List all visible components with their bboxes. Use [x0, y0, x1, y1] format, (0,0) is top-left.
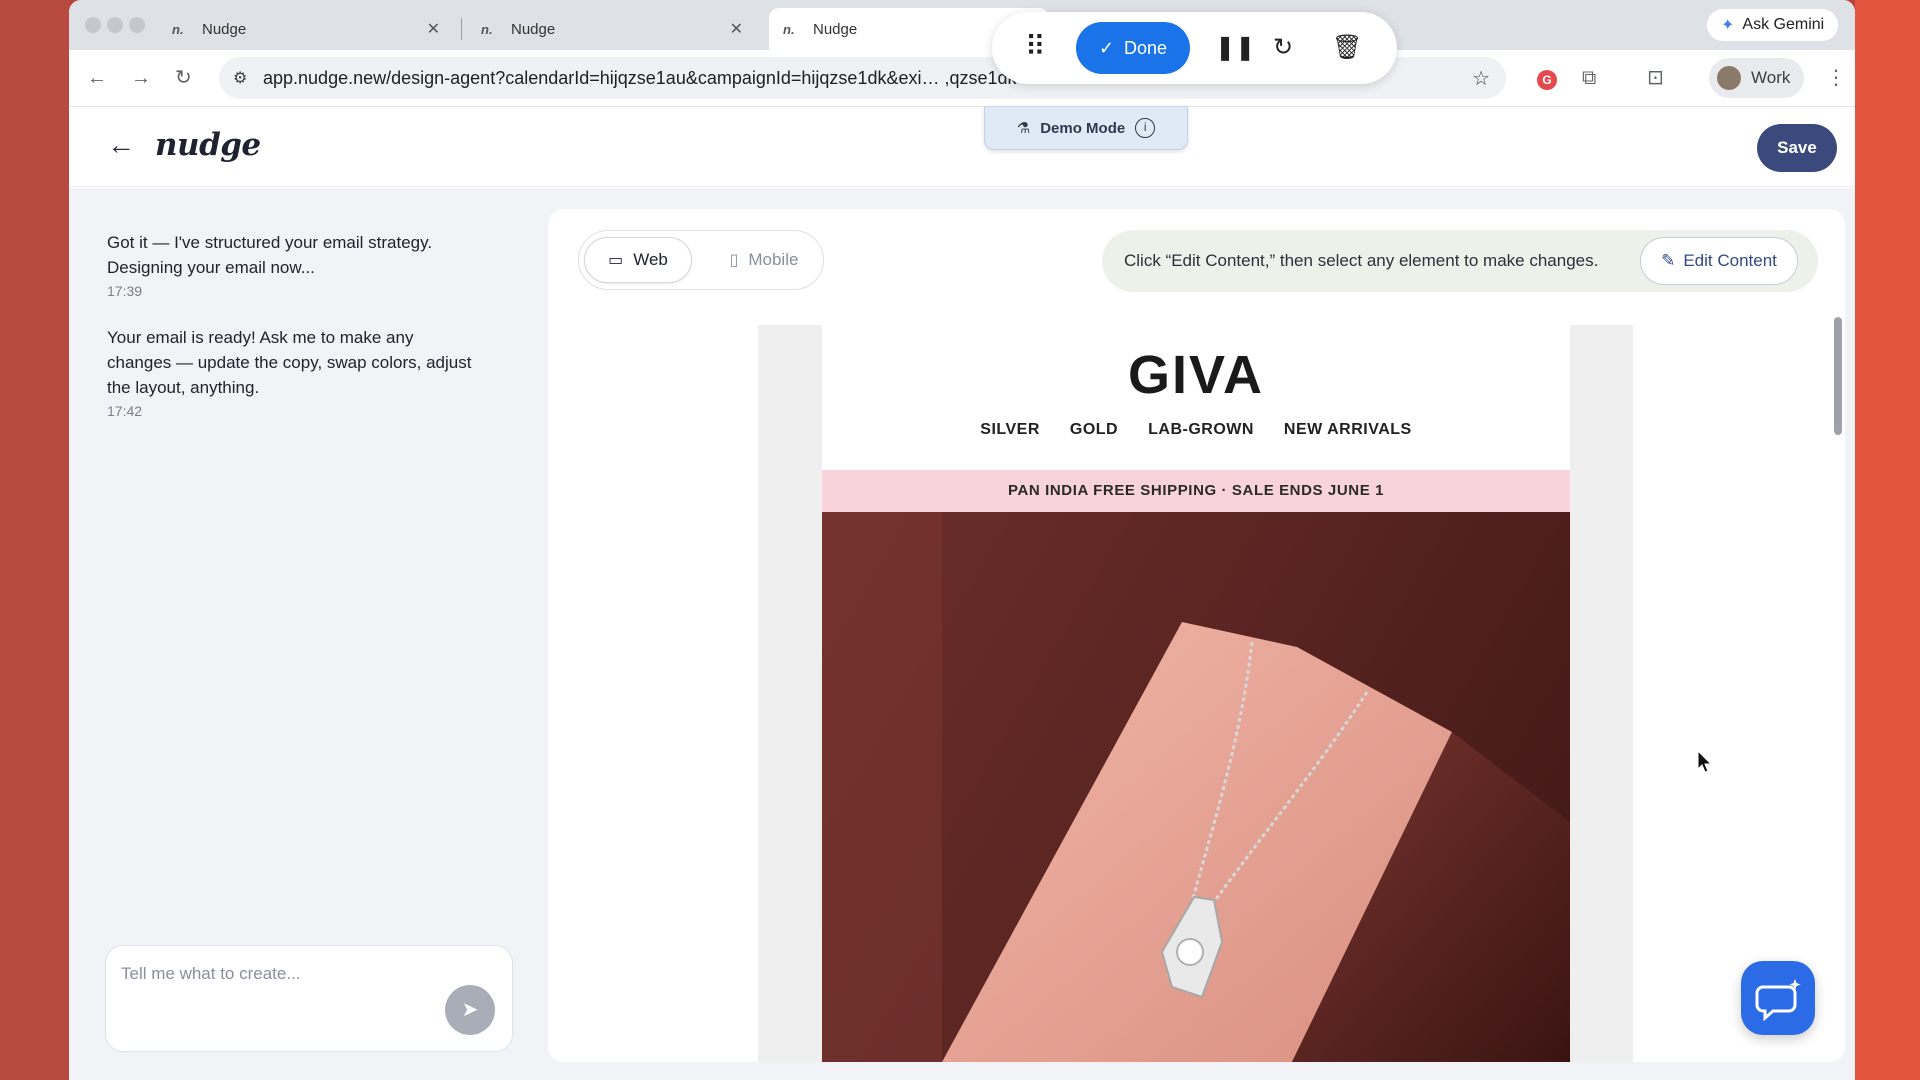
check-icon: ✓ — [1098, 37, 1115, 58]
pause-icon[interactable]: ❚❚ — [1215, 33, 1255, 63]
avatar — [1717, 66, 1741, 90]
email-nav-item[interactable]: SILVER — [980, 421, 1040, 439]
chat-composer[interactable]: Tell me what to create... ➤ — [105, 945, 513, 1052]
trash-icon[interactable]: 🗑 — [1332, 33, 1362, 63]
web-label: Web — [633, 250, 668, 269]
necklace-product-image — [822, 512, 1570, 1062]
extension-icon[interactable]: G — [1537, 70, 1557, 90]
bookmark-star-icon[interactable]: ☆ — [1472, 66, 1490, 91]
view-toggle: ▭ Web ▯ Mobile — [578, 230, 824, 290]
nudge-favicon-icon: n. — [172, 21, 184, 37]
nudge-favicon-icon: n. — [783, 21, 795, 37]
demo-mode-badge[interactable]: ⚗ Demo Mode i — [984, 106, 1188, 150]
chat-timestamp: 17:39 — [107, 283, 143, 299]
mobile-view-button[interactable]: ▯ Mobile — [709, 237, 819, 283]
done-label: Done — [1124, 37, 1168, 58]
site-settings-icon[interactable]: ⚙ — [233, 68, 263, 88]
email-nav-item[interactable]: LAB-GROWN — [1148, 421, 1254, 439]
edit-hint-bar: Click “Edit Content,” then select any el… — [1102, 230, 1818, 292]
profile-label: Work — [1751, 68, 1791, 87]
mouse-cursor-icon — [1697, 750, 1713, 773]
close-icon[interactable]: ✕ — [730, 19, 743, 39]
app-header: ← nudge Save — [69, 107, 1855, 187]
reload-icon[interactable]: ↻ — [175, 66, 192, 90]
web-view-button[interactable]: ▭ Web — [584, 237, 692, 283]
desktop-background-right — [1855, 0, 1920, 1080]
nudge-favicon-icon: n. — [481, 21, 493, 37]
gemini-sparkle-icon: ✦ — [1721, 17, 1735, 34]
demo-mode-label: Demo Mode — [1040, 119, 1126, 137]
desktop-background-left — [0, 0, 69, 1080]
tab-title: Nudge — [511, 20, 556, 38]
monitor-icon: ▭ — [608, 252, 624, 269]
profile-chip[interactable]: Work — [1709, 58, 1805, 98]
browser-toolbar: ← → ↻ ⚙ app.nudge.new/design-agent?calen… — [69, 50, 1855, 107]
email-nav-item[interactable]: NEW ARRIVALS — [1284, 421, 1412, 439]
flask-icon: ⚗ — [1016, 120, 1031, 137]
main-area: Got it — I've structured your email stra… — [69, 188, 1855, 1080]
preview-scrollbar[interactable] — [1834, 317, 1842, 435]
back-nav-icon[interactable]: ← — [87, 66, 107, 90]
tab-strip: n. Nudge ✕ n. Nudge ✕ n. Nudge ✦ Ask Gem… — [69, 0, 1855, 50]
done-button[interactable]: ✓ Done — [1076, 22, 1190, 74]
window-close-control[interactable] — [85, 17, 101, 33]
close-icon[interactable]: ✕ — [427, 19, 440, 39]
shipping-banner[interactable]: PAN INDIA FREE SHIPPING · SALE ENDS JUNE… — [822, 470, 1570, 512]
edit-content-button[interactable]: ✎ Edit Content — [1640, 237, 1798, 285]
email-canvas: ▭ Web ▯ Mobile Click “Edit Content,” the… — [548, 209, 1845, 1062]
recording-controls: ⠿ ✓ Done ❚❚ ↻ 🗑 — [992, 12, 1397, 84]
chat-message: Your email is ready! Ask me to make any … — [107, 328, 472, 397]
save-button[interactable]: Save — [1757, 124, 1837, 172]
tab-search-icon[interactable]: ⊡ — [1647, 66, 1664, 90]
chat-message: Got it — I've structured your email stra… — [107, 233, 433, 277]
email-nav-item[interactable]: GOLD — [1070, 421, 1118, 439]
browser-window: n. Nudge ✕ n. Nudge ✕ n. Nudge ✦ Ask Gem… — [69, 0, 1855, 1080]
help-chat-icon — [1755, 979, 1801, 1022]
drag-handle-icon[interactable]: ⠿ — [1025, 32, 1046, 62]
composer-placeholder[interactable]: Tell me what to create... — [121, 964, 301, 984]
tab-divider — [461, 18, 462, 40]
browser-tab-1[interactable]: n. Nudge ✕ — [158, 8, 454, 50]
chat-panel: Got it — I've structured your email stra… — [107, 230, 477, 419]
edit-content-label: Edit Content — [1683, 251, 1777, 270]
ask-gemini-label: Ask Gemini — [1742, 16, 1825, 33]
restart-icon[interactable]: ↻ — [1273, 33, 1293, 63]
forward-nav-icon[interactable]: → — [131, 66, 151, 90]
arrow-left-icon[interactable]: ← — [107, 129, 135, 161]
send-icon[interactable]: ➤ — [445, 985, 495, 1035]
phone-icon: ▯ — [729, 252, 739, 269]
edit-hint-text: Click “Edit Content,” then select any el… — [1124, 251, 1599, 270]
browser-tab-2[interactable]: n. Nudge ✕ — [467, 8, 757, 50]
kebab-menu-icon[interactable]: ⋮ — [1826, 66, 1846, 90]
info-icon[interactable]: i — [1135, 118, 1156, 138]
email-preview[interactable]: GIVA SILVER GOLD LAB-GROWN NEW ARRIVALS … — [548, 313, 1845, 1062]
chat-timestamp: 17:42 — [107, 403, 143, 419]
chat-bubble-icon[interactable] — [1741, 961, 1815, 1035]
email-body[interactable]: GIVA SILVER GOLD LAB-GROWN NEW ARRIVALS … — [822, 325, 1570, 1062]
hero-image[interactable] — [822, 512, 1570, 1062]
app-logo: nudge — [155, 127, 261, 163]
window-zoom-control[interactable] — [129, 17, 145, 33]
email-nav: SILVER GOLD LAB-GROWN NEW ARRIVALS — [822, 421, 1570, 439]
tab-title: Nudge — [202, 20, 247, 38]
email-brand-logo[interactable]: GIVA — [822, 344, 1570, 406]
puzzle-extensions-icon[interactable]: ⧉ — [1582, 66, 1596, 90]
ask-gemini-button[interactable]: ✦ Ask Gemini — [1707, 9, 1839, 41]
mobile-label: Mobile — [748, 250, 799, 269]
pencil-icon: ✎ — [1661, 251, 1676, 270]
window-minimize-control[interactable] — [107, 17, 123, 33]
